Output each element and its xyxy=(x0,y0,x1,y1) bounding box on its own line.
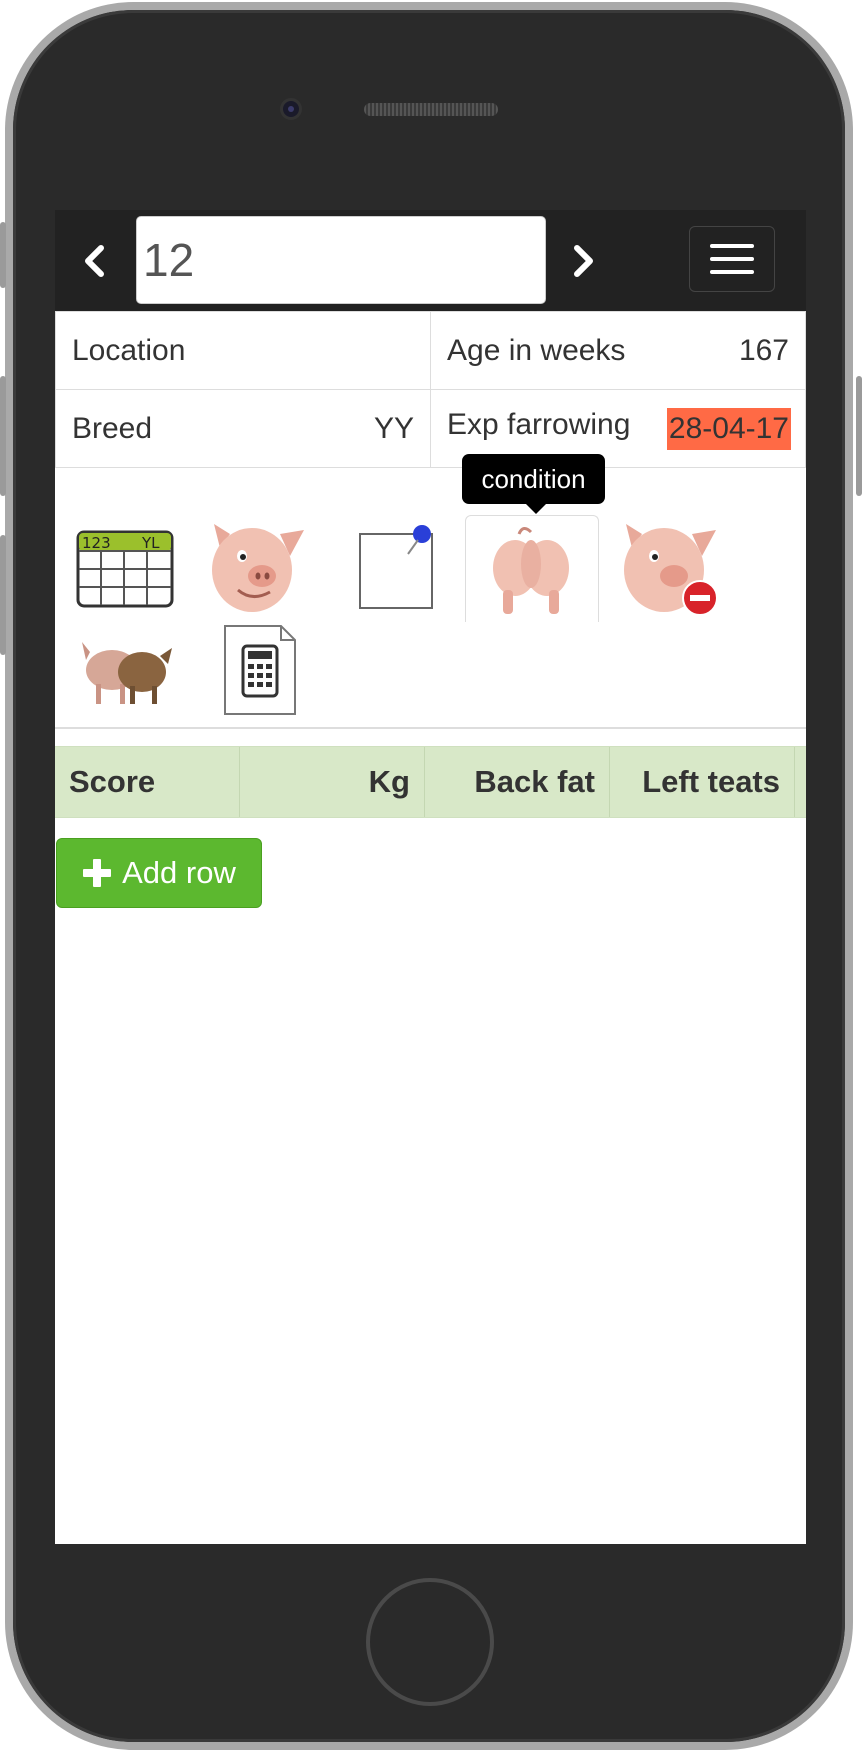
breed-value: YY xyxy=(373,411,414,445)
breed-label: Breed xyxy=(72,411,153,445)
calculator-icon xyxy=(224,625,296,715)
add-row-label: Add row xyxy=(122,855,236,890)
svg-text:123: 123 xyxy=(82,534,111,552)
prev-animal-button[interactable] xyxy=(69,234,119,288)
animal-info-table: Location Age in weeks 167 Breed YY Exp f… xyxy=(55,311,806,468)
pig-info-button[interactable] xyxy=(210,520,306,616)
grid-header: Score Kg Back fat Left teats xyxy=(55,746,806,818)
pig-remove-icon xyxy=(624,524,718,616)
column-header-score[interactable]: Score xyxy=(55,747,240,817)
plus-icon xyxy=(83,859,112,887)
app-screen: Location Age in weeks 167 Breed YY Exp f… xyxy=(55,210,806,1544)
pig-head-icon xyxy=(212,524,304,612)
menu-bar xyxy=(710,257,754,261)
breed-cell: Breed YY xyxy=(55,389,431,468)
column-header-kg[interactable]: Kg xyxy=(240,747,425,817)
calculator-button[interactable] xyxy=(223,624,297,716)
age-label: Age in weeks xyxy=(447,333,626,367)
menu-bar xyxy=(710,244,754,248)
animal-number-input[interactable] xyxy=(136,216,546,304)
note-button[interactable] xyxy=(358,520,438,612)
section-divider xyxy=(55,727,806,729)
tooltip-text: condition xyxy=(481,463,586,494)
age-cell: Age in weeks 167 xyxy=(430,311,806,390)
phone-camera xyxy=(280,98,302,120)
svg-text:YL: YL xyxy=(141,534,160,552)
column-header-left-teats[interactable]: Left teats xyxy=(610,747,795,817)
phone-power-button xyxy=(856,376,862,496)
condition-tooltip: condition xyxy=(462,454,605,514)
age-value: 167 xyxy=(738,333,789,367)
location-cell: Location xyxy=(55,311,431,390)
location-label: Location xyxy=(72,333,186,367)
column-label: Back fat xyxy=(474,764,595,799)
column-header-back-fat[interactable]: Back fat xyxy=(425,747,610,817)
pig-rear-condition-icon xyxy=(493,527,569,614)
next-animal-button[interactable] xyxy=(559,234,609,288)
pig-group-icon xyxy=(82,642,172,704)
column-label: Left teats xyxy=(642,764,780,799)
phone-volume-down xyxy=(0,535,6,655)
farrowing-label: Exp farrowing xyxy=(447,407,631,441)
hamburger-menu-button[interactable] xyxy=(689,226,775,292)
calendar-button[interactable]: 123 YL xyxy=(76,530,174,608)
condition-button[interactable] xyxy=(489,524,575,618)
phone-side-button xyxy=(0,222,6,288)
chevron-right-icon xyxy=(574,245,593,277)
column-label: Kg xyxy=(368,764,410,799)
farrowing-date-badge: 28-04-17 xyxy=(666,407,791,450)
note-pin-icon xyxy=(359,525,433,609)
home-button[interactable] xyxy=(366,1578,494,1706)
phone-speaker xyxy=(364,103,498,116)
calendar-table-icon: 123 YL xyxy=(76,530,174,608)
column-label: Score xyxy=(69,764,156,799)
pig-remove-button[interactable] xyxy=(622,520,718,616)
menu-bar xyxy=(710,270,754,274)
add-row-button[interactable]: Add row xyxy=(56,838,262,908)
pig-group-button[interactable] xyxy=(76,632,176,712)
top-navbar xyxy=(55,210,806,311)
phone-volume-up xyxy=(0,376,6,496)
chevron-left-icon xyxy=(85,245,104,277)
